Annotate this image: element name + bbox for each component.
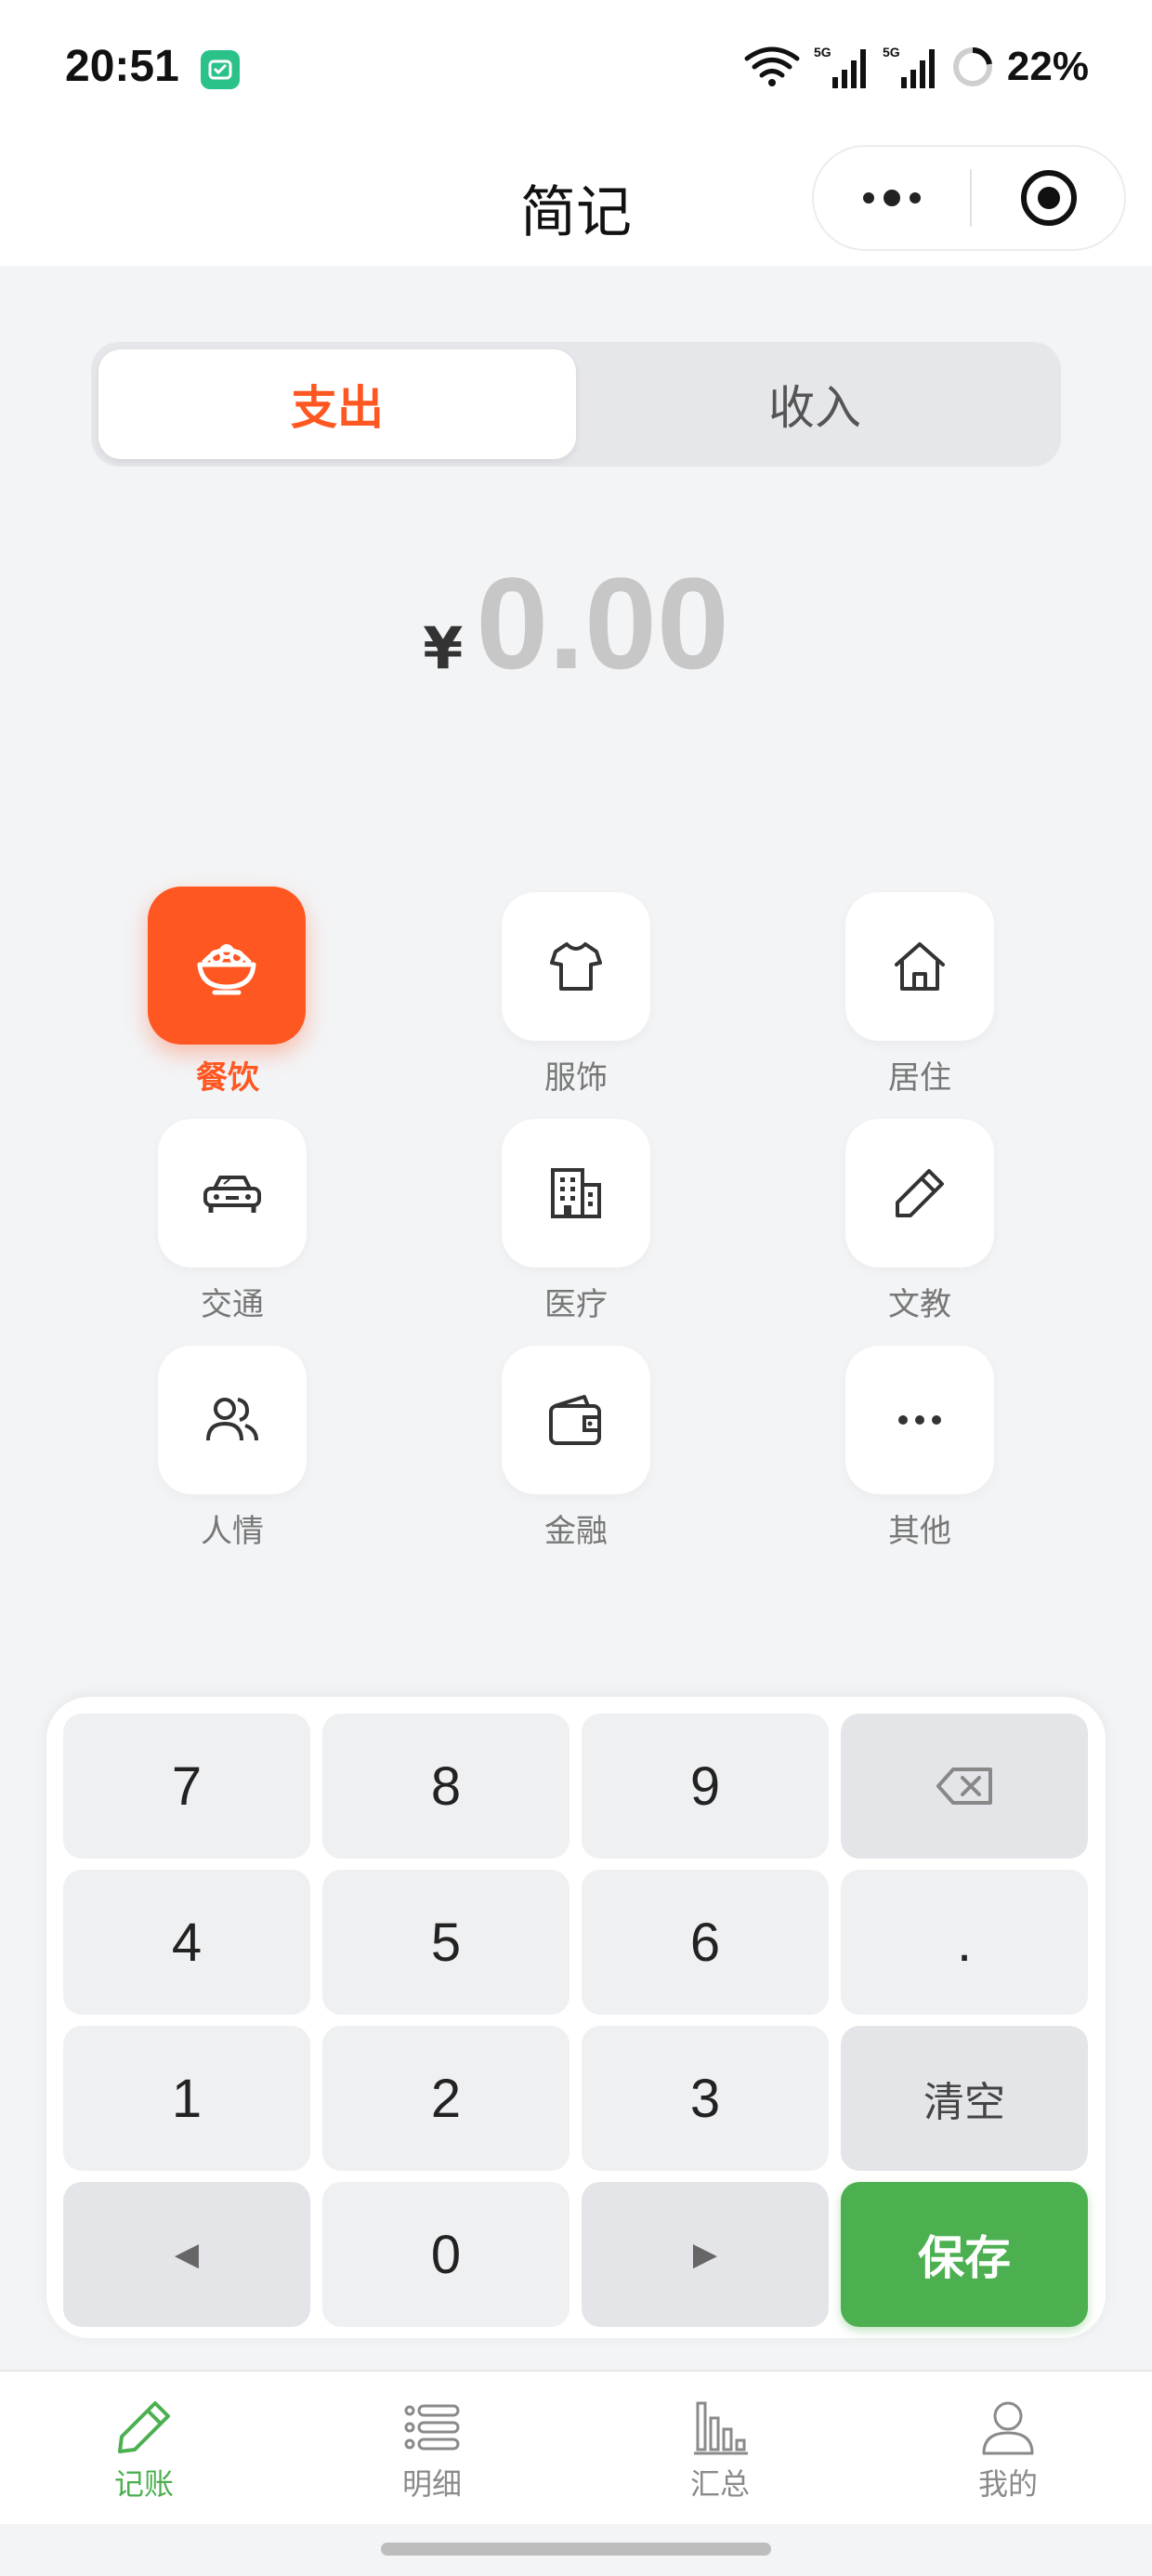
car-icon: [203, 1176, 261, 1213]
key-8[interactable]: 8: [322, 1714, 569, 1859]
more-dots-icon: [863, 190, 921, 206]
list-icon: [404, 2404, 460, 2451]
battery-percentage: 22%: [1006, 44, 1089, 89]
people-icon: [206, 1398, 258, 1441]
amount-display: ¥ 0.00: [0, 548, 1152, 696]
category-icon-box: [158, 1119, 307, 1268]
signal-5g-icon: 5G: [814, 45, 866, 88]
category-icon-box: [148, 887, 306, 1045]
mini-program-capsule: [812, 145, 1126, 251]
category-clothing[interactable]: 服饰: [455, 892, 660, 1106]
tab-details[interactable]: 明细: [288, 2372, 576, 2526]
category-icon-box: [502, 1119, 650, 1268]
category-icon-box: [158, 1346, 307, 1494]
category-housing[interactable]: 居住: [799, 892, 1003, 1106]
user-icon: [982, 2401, 1034, 2455]
status-time: 20:51: [65, 42, 179, 91]
category-label: 服饰: [544, 1059, 608, 1097]
signal-5g-icon: 5G: [883, 45, 935, 88]
key-9[interactable]: 9: [582, 1714, 829, 1859]
category-dining[interactable]: 餐饮: [107, 887, 311, 1106]
svg-text:5G: 5G: [814, 45, 831, 59]
tab-label: 我的: [977, 2466, 1038, 2502]
close-mini-program-button[interactable]: [972, 147, 1126, 249]
battery-ring-icon: [952, 46, 992, 86]
key-7[interactable]: 7: [63, 1714, 310, 1859]
key-4[interactable]: 4: [63, 1870, 310, 2015]
category-social[interactable]: 人情: [111, 1346, 316, 1559]
more-menu-button[interactable]: [814, 147, 970, 249]
category-icon-box: [502, 1346, 650, 1494]
number-keypad: 7 8 9 4 5 6 . 1 2 3 清空 ◀ 0 ▶ 保存: [46, 1697, 1106, 2338]
amount-value: 0.00: [476, 550, 729, 696]
save-button[interactable]: 保存: [841, 2182, 1088, 2327]
category-label: 文教: [888, 1286, 951, 1323]
wifi-icon: [744, 46, 800, 86]
category-icon-box: [845, 1119, 994, 1268]
category-icon-box: [845, 1346, 994, 1494]
svg-text:5G: 5G: [883, 45, 900, 59]
house-icon: [895, 942, 945, 991]
status-bar: 20:51 5G 5G 22%: [0, 0, 1152, 139]
category-label: 其他: [888, 1513, 951, 1550]
building-icon: [551, 1168, 601, 1218]
category-finance[interactable]: 金融: [455, 1346, 660, 1559]
expense-income-toggle: 支出 收入: [91, 342, 1061, 467]
backspace-button[interactable]: [841, 1714, 1088, 1859]
key-6[interactable]: 6: [582, 1870, 829, 2015]
tab-summary[interactable]: 汇总: [576, 2372, 864, 2526]
category-icon-box: [502, 892, 650, 1041]
category-transport[interactable]: 交通: [111, 1119, 316, 1333]
more-icon: [898, 1415, 941, 1425]
backspace-icon: [936, 1768, 992, 1805]
tab-label: 汇总: [689, 2466, 750, 2502]
key-0[interactable]: 0: [322, 2182, 569, 2327]
wallet-icon: [549, 1395, 601, 1445]
key-decimal-point[interactable]: .: [841, 1870, 1088, 2015]
home-indicator[interactable]: [381, 2543, 771, 2556]
tab-income[interactable]: 收入: [576, 349, 1054, 459]
tab-label: 明细: [401, 2466, 462, 2502]
status-indicators: 5G 5G 22%: [743, 41, 1089, 93]
category-icon-box: [845, 892, 994, 1041]
category-label: 餐饮: [196, 1059, 259, 1097]
cursor-left-button[interactable]: ◀: [63, 2182, 310, 2327]
tab-bookkeeping[interactable]: 记账: [0, 2372, 288, 2526]
pencil-icon: [896, 1169, 944, 1217]
category-medical[interactable]: 医疗: [455, 1119, 660, 1333]
category-label: 人情: [201, 1513, 264, 1550]
pencil-tab-icon: [118, 2401, 170, 2453]
bar-chart-icon: [694, 2401, 748, 2455]
tab-label: 记账: [113, 2466, 174, 2502]
tab-profile[interactable]: 我的: [864, 2372, 1152, 2526]
app-notification-icon: [201, 50, 240, 89]
key-3[interactable]: 3: [582, 2026, 829, 2171]
tshirt-icon: [550, 942, 602, 991]
cursor-right-button[interactable]: ▶: [582, 2182, 829, 2327]
category-other[interactable]: 其他: [799, 1346, 1003, 1559]
close-target-icon: [1021, 170, 1077, 226]
category-label: 居住: [888, 1059, 951, 1097]
category-label: 医疗: [544, 1286, 608, 1323]
clear-button[interactable]: 清空: [841, 2026, 1088, 2171]
navigation-header: 简记: [0, 139, 1152, 266]
key-2[interactable]: 2: [322, 2026, 569, 2171]
category-label: 金融: [544, 1513, 608, 1550]
tab-expense[interactable]: 支出: [98, 349, 576, 459]
category-education[interactable]: 文教: [799, 1119, 1003, 1333]
bowl-icon: [197, 944, 256, 995]
category-label: 交通: [201, 1286, 264, 1323]
key-5[interactable]: 5: [322, 1870, 569, 2015]
key-1[interactable]: 1: [63, 2026, 310, 2171]
bottom-tab-bar: 记账 明细 汇总 我的: [0, 2370, 1152, 2524]
currency-symbol: ¥: [423, 614, 464, 682]
